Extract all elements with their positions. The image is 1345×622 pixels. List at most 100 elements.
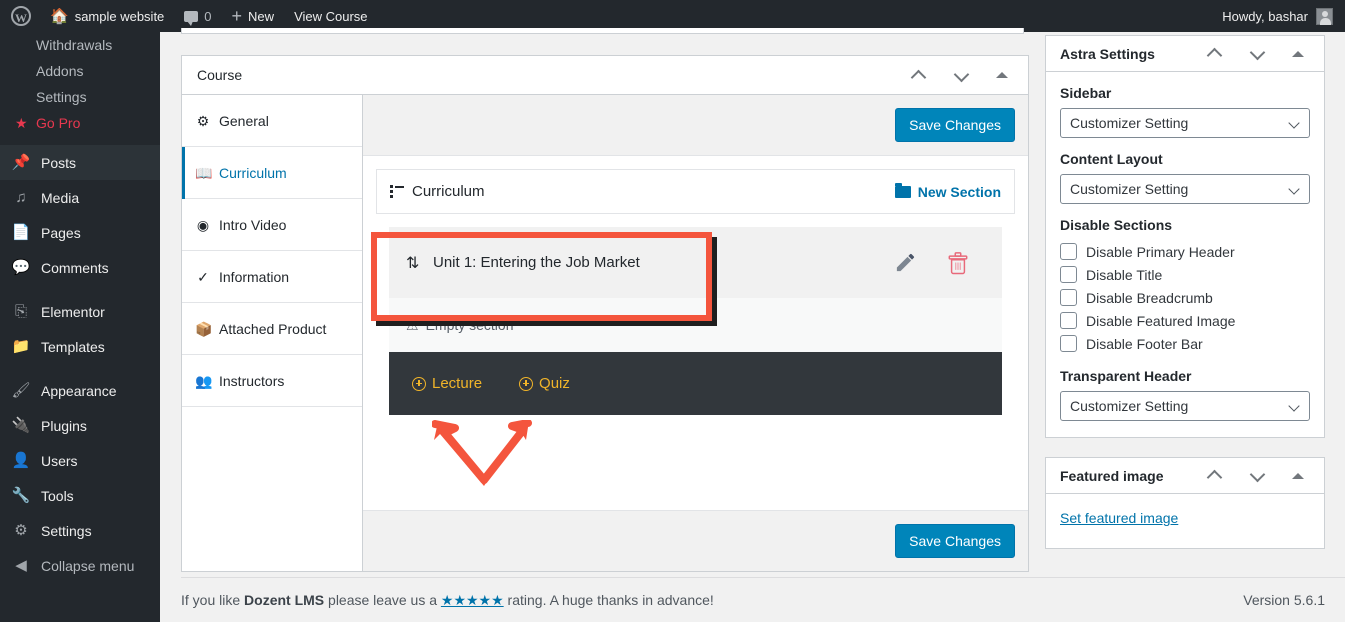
- astra-settings-header: Astra Settings: [1046, 36, 1324, 72]
- plus-circle-icon: [519, 376, 534, 391]
- sidebar-item-pages-label: Pages: [41, 224, 81, 241]
- tab-general-label: General: [219, 112, 269, 129]
- sidebar-divider: [0, 136, 160, 145]
- course-tabs: ⚙ General 📖 Curriculum ◉ Intro Video ✓ I…: [182, 95, 363, 571]
- checkbox-row[interactable]: Disable Primary Header: [1060, 240, 1310, 263]
- tab-general[interactable]: ⚙ General: [182, 95, 362, 147]
- sidebar-item-withdrawals[interactable]: Withdrawals: [0, 32, 160, 58]
- tab-attached-product-label: Attached Product: [219, 320, 327, 337]
- chevron-up-icon[interactable]: [910, 67, 927, 84]
- chevron-up-icon[interactable]: [1206, 45, 1223, 62]
- delete-section-button[interactable]: [947, 251, 969, 275]
- sidebar-item-comments[interactable]: 💬 Comments: [0, 250, 160, 285]
- chevron-up-icon[interactable]: [1206, 467, 1223, 484]
- chevron-down-icon: [1290, 185, 1300, 195]
- sidebar-item-elementor-label: Elementor: [41, 303, 105, 320]
- sidebar-item-media[interactable]: ♫ Media: [0, 180, 160, 215]
- sidebar-panels: Astra Settings Sidebar Customizer Settin…: [1045, 35, 1325, 568]
- sidebar-item-go-pro[interactable]: ★ Go Pro: [0, 110, 160, 136]
- checkbox-row[interactable]: Disable Breadcrumb: [1060, 286, 1310, 309]
- account-menu[interactable]: Howdy, bashar: [1222, 7, 1345, 25]
- save-changes-button-bottom[interactable]: Save Changes: [895, 523, 1015, 559]
- sidebar-item-appearance[interactable]: 🖌 Appearance: [0, 373, 160, 408]
- plus-icon: +: [231, 6, 243, 26]
- sort-updown-icon[interactable]: ⇅: [406, 253, 424, 273]
- triangle-up-icon[interactable]: [996, 72, 1008, 78]
- sidebar-item-users[interactable]: 👤 Users: [0, 443, 160, 478]
- sidebar-item-plugins-label: Plugins: [41, 417, 87, 434]
- new-label: New: [248, 8, 275, 24]
- triangle-up-icon[interactable]: [1292, 50, 1304, 57]
- sidebar-field-label: Sidebar: [1060, 85, 1112, 101]
- disable-primary-header-checkbox[interactable]: [1060, 243, 1077, 260]
- sidebar-item-elementor[interactable]: ⎘ Elementor: [0, 294, 160, 329]
- sidebar-item-settings[interactable]: ⚙ Settings: [0, 513, 160, 548]
- sidebar-select[interactable]: Customizer Setting: [1060, 108, 1310, 138]
- checkbox-row[interactable]: Disable Title: [1060, 263, 1310, 286]
- tab-attached-product[interactable]: 📦 Attached Product: [182, 303, 362, 355]
- disable-featured-image-label: Disable Featured Image: [1086, 312, 1236, 329]
- footer-credit: If you like Dozent LMS please leave us a…: [181, 592, 714, 609]
- chevron-down-icon[interactable]: [1249, 467, 1266, 484]
- featured-image-panel: Featured image Set featured image: [1045, 457, 1325, 549]
- empty-section-notice: ⚠ Empty section: [389, 298, 1002, 352]
- page-title: Course: [197, 67, 243, 83]
- new-section-button[interactable]: New Section: [894, 182, 1001, 200]
- disable-primary-header-label: Disable Primary Header: [1086, 243, 1235, 260]
- admin-footer: If you like Dozent LMS please leave us a…: [181, 577, 1345, 622]
- tab-intro-video[interactable]: ◉ Intro Video: [182, 199, 362, 251]
- comment-icon: [184, 10, 199, 26]
- save-changes-button-top[interactable]: Save Changes: [895, 107, 1015, 143]
- panel-above-course: [181, 28, 1024, 34]
- tab-information[interactable]: ✓ Information: [182, 251, 362, 303]
- wordpress-logo-icon: W: [11, 6, 31, 26]
- tab-instructors[interactable]: 👥 Instructors: [182, 355, 362, 407]
- sidebar-item-posts[interactable]: 📌 Posts: [0, 145, 160, 180]
- tab-curriculum[interactable]: 📖 Curriculum: [182, 147, 362, 199]
- checkbox-row[interactable]: Disable Featured Image: [1060, 309, 1310, 332]
- brush-icon: 🖌: [11, 382, 31, 399]
- site-name-button[interactable]: 🏠 sample website: [40, 0, 174, 32]
- sidebar-item-posts-label: Posts: [41, 154, 77, 171]
- disable-breadcrumb-checkbox[interactable]: [1060, 289, 1077, 306]
- star-icon: ★: [15, 115, 28, 131]
- chevron-down-icon[interactable]: [1249, 45, 1266, 62]
- user-icon: 👤: [11, 452, 31, 469]
- collapse-icon: ◀: [15, 557, 27, 574]
- sidebar-item-plugins[interactable]: 🔌 Plugins: [0, 408, 160, 443]
- elementor-icon: ⎘: [14, 303, 27, 320]
- sidebar-item-collapse-menu[interactable]: ◀ Collapse menu: [0, 548, 160, 583]
- footer-text-after: rating. A huge thanks in advance!: [503, 591, 714, 608]
- avatar: [1316, 7, 1333, 25]
- tab-information-label: Information: [219, 268, 290, 285]
- rating-stars-link[interactable]: ★★★★★: [441, 592, 504, 608]
- sidebar-item-tools[interactable]: 🔧 Tools: [0, 478, 160, 513]
- chevron-down-icon[interactable]: [953, 67, 970, 84]
- astra-settings-title: Astra Settings: [1060, 45, 1155, 62]
- metabox-controls: [910, 67, 1018, 84]
- sidebar-item-addons[interactable]: Addons: [0, 58, 160, 84]
- add-lecture-button[interactable]: Lecture: [412, 375, 482, 392]
- transparent-header-select[interactable]: Customizer Setting: [1060, 391, 1310, 421]
- curriculum-title-group: Curriculum: [390, 183, 485, 200]
- sidebar-item-templates-label: Templates: [41, 338, 105, 355]
- wordpress-logo-button[interactable]: W: [0, 0, 40, 32]
- disable-title-checkbox[interactable]: [1060, 266, 1077, 283]
- sidebar-item-settings-sub[interactable]: Settings: [0, 84, 160, 110]
- disable-footer-bar-checkbox[interactable]: [1060, 335, 1077, 352]
- disable-featured-image-checkbox[interactable]: [1060, 312, 1077, 329]
- featured-image-header: Featured image: [1046, 458, 1324, 494]
- curriculum-section-row[interactable]: ⇅ Unit 1: Entering the Job Market: [389, 227, 1002, 298]
- sidebar-item-comments-label: Comments: [41, 259, 109, 276]
- astra-settings-body: Sidebar Customizer Setting Content Layou…: [1046, 72, 1324, 437]
- content-layout-select[interactable]: Customizer Setting: [1060, 174, 1310, 204]
- triangle-up-icon[interactable]: [1292, 472, 1304, 479]
- content-area: Course ⚙ General 📖 Curriculum ◉ Intro Vi…: [160, 28, 1345, 622]
- add-quiz-button[interactable]: Quiz: [519, 375, 570, 392]
- checkbox-row[interactable]: Disable Footer Bar: [1060, 332, 1310, 355]
- wrench-icon: 🔧: [11, 487, 31, 504]
- sidebar-item-pages[interactable]: 📄 Pages: [0, 215, 160, 250]
- sidebar-item-templates[interactable]: 📁 Templates: [0, 329, 160, 364]
- set-featured-image-link[interactable]: Set featured image: [1060, 510, 1178, 526]
- edit-section-button[interactable]: [894, 251, 917, 274]
